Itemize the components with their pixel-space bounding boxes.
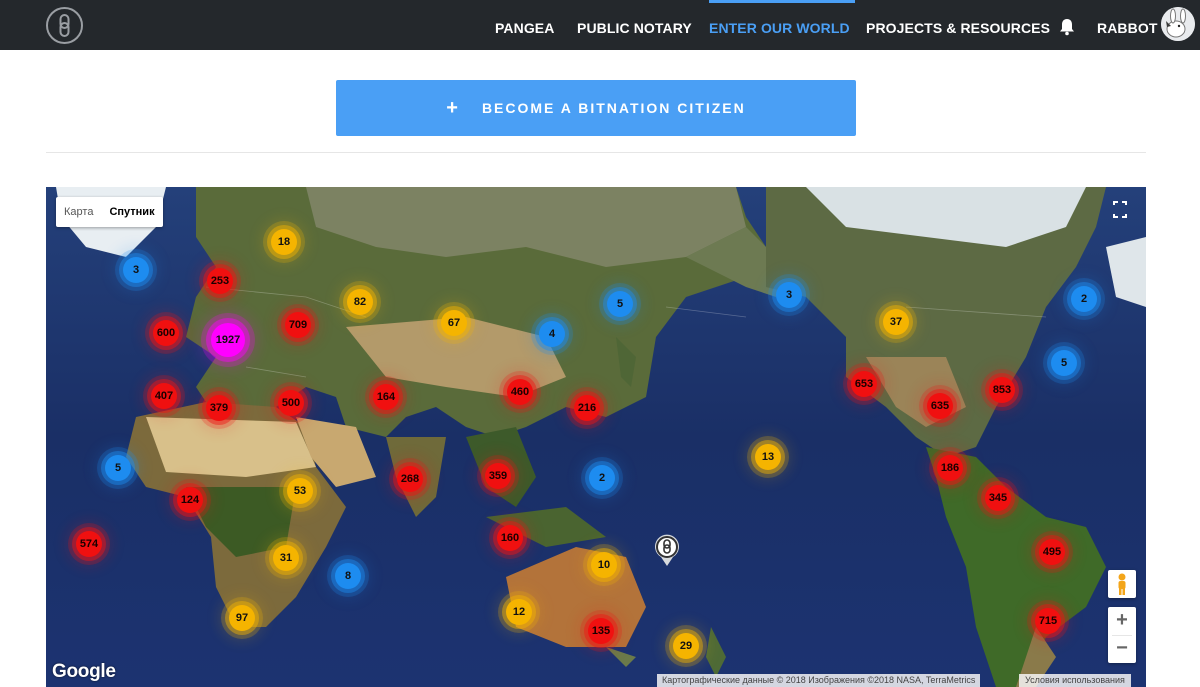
map-cluster-marker[interactable]: 379 (206, 395, 232, 421)
map-cluster-marker[interactable]: 18 (271, 229, 297, 255)
map-type-roadmap-option[interactable]: Карта (56, 197, 101, 227)
map-cluster-marker[interactable]: 3 (776, 282, 802, 308)
map-cluster-marker[interactable]: 216 (574, 395, 600, 421)
map-cluster-marker[interactable]: 600 (153, 320, 179, 346)
map-cluster-marker[interactable]: 4 (539, 321, 565, 347)
map-cluster-marker[interactable]: 29 (673, 633, 699, 659)
map-cluster-marker[interactable]: 3 (123, 257, 149, 283)
divider (46, 152, 1146, 153)
map-cluster-marker[interactable]: 460 (507, 379, 533, 405)
bitnation-logo-icon[interactable] (46, 7, 83, 44)
map-cluster-marker[interactable]: 13 (755, 444, 781, 470)
bitnation-marker-icon[interactable] (653, 533, 681, 567)
map-cluster-marker[interactable]: 82 (347, 289, 373, 315)
map-cluster-marker[interactable]: 253 (207, 268, 233, 294)
zoom-separator (1112, 635, 1132, 636)
world-map[interactable]: Карта Спутник 18 3 253 82 600 1927 709 67 4 5 3 37 2… (46, 187, 1146, 687)
satellite-map-imagery (46, 187, 1146, 687)
nav-item-projects-resources[interactable]: PROJECTS & RESOURCES (866, 0, 1050, 50)
map-cluster-marker[interactable]: 186 (937, 455, 963, 481)
top-navbar: PANGEA PUBLIC NOTARY ENTER OUR WORLD PRO… (0, 0, 1200, 50)
map-cluster-marker[interactable]: 709 (285, 312, 311, 338)
zoom-in-button[interactable]: + (1108, 607, 1136, 635)
map-cluster-marker[interactable]: 359 (485, 463, 511, 489)
map-cluster-marker[interactable]: 97 (229, 605, 255, 631)
become-citizen-label: BECOME A BITNATION CITIZEN (481, 100, 746, 116)
map-cluster-marker[interactable]: 164 (373, 384, 399, 410)
map-cluster-marker[interactable]: 345 (985, 485, 1011, 511)
map-cluster-marker[interactable]: 5 (105, 455, 131, 481)
map-cluster-marker[interactable]: 12 (506, 599, 532, 625)
map-cluster-marker[interactable]: 853 (989, 377, 1015, 403)
nav-item-public-notary[interactable]: PUBLIC NOTARY (577, 0, 692, 50)
avatar[interactable] (1161, 7, 1195, 41)
nav-item-enter-our-world[interactable]: ENTER OUR WORLD (709, 0, 850, 50)
nav-item-pangea[interactable]: PANGEA (495, 0, 554, 50)
map-cluster-marker[interactable]: 67 (441, 310, 467, 336)
become-citizen-button[interactable]: + BECOME A BITNATION CITIZEN (336, 80, 856, 136)
map-attribution: Картографические данные © 2018 Изображен… (657, 674, 981, 687)
map-cluster-marker[interactable]: 53 (287, 478, 313, 504)
user-menu-label[interactable]: RABBOT (1097, 0, 1157, 50)
map-cluster-marker[interactable]: 407 (151, 383, 177, 409)
map-cluster-marker[interactable]: 715 (1035, 608, 1061, 634)
street-view-pegman-icon[interactable] (1108, 570, 1136, 598)
map-cluster-marker[interactable]: 5 (1051, 350, 1077, 376)
zoom-out-button[interactable]: − (1108, 635, 1136, 663)
map-type-satellite-option[interactable]: Спутник (101, 197, 162, 227)
plus-icon: + (446, 97, 460, 119)
map-cluster-marker[interactable]: 268 (397, 466, 423, 492)
map-cluster-marker[interactable]: 2 (589, 465, 615, 491)
bell-icon[interactable] (1059, 18, 1075, 36)
map-cluster-marker[interactable]: 5 (607, 291, 633, 317)
map-cluster-marker[interactable]: 500 (278, 390, 304, 416)
fullscreen-icon[interactable] (1104, 197, 1136, 223)
map-cluster-marker[interactable]: 635 (927, 393, 953, 419)
map-cluster-marker[interactable]: 574 (76, 531, 102, 557)
map-cluster-marker[interactable]: 2 (1071, 286, 1097, 312)
map-cluster-marker[interactable]: 1927 (211, 323, 245, 357)
map-cluster-marker[interactable]: 135 (588, 618, 614, 644)
map-cluster-marker[interactable]: 124 (177, 487, 203, 513)
map-cluster-marker[interactable]: 8 (335, 563, 361, 589)
map-cluster-marker[interactable]: 31 (273, 545, 299, 571)
map-cluster-marker[interactable]: 37 (883, 309, 909, 335)
terms-of-use-link[interactable]: Условия использования (1019, 674, 1131, 687)
map-cluster-marker[interactable]: 495 (1039, 539, 1065, 565)
map-cluster-marker[interactable]: 653 (851, 371, 877, 397)
map-type-control: Карта Спутник (56, 197, 163, 227)
map-cluster-marker[interactable]: 160 (497, 525, 523, 551)
google-logo[interactable]: Google (52, 661, 116, 683)
zoom-control: + − (1108, 607, 1136, 663)
map-cluster-marker[interactable]: 10 (591, 552, 617, 578)
